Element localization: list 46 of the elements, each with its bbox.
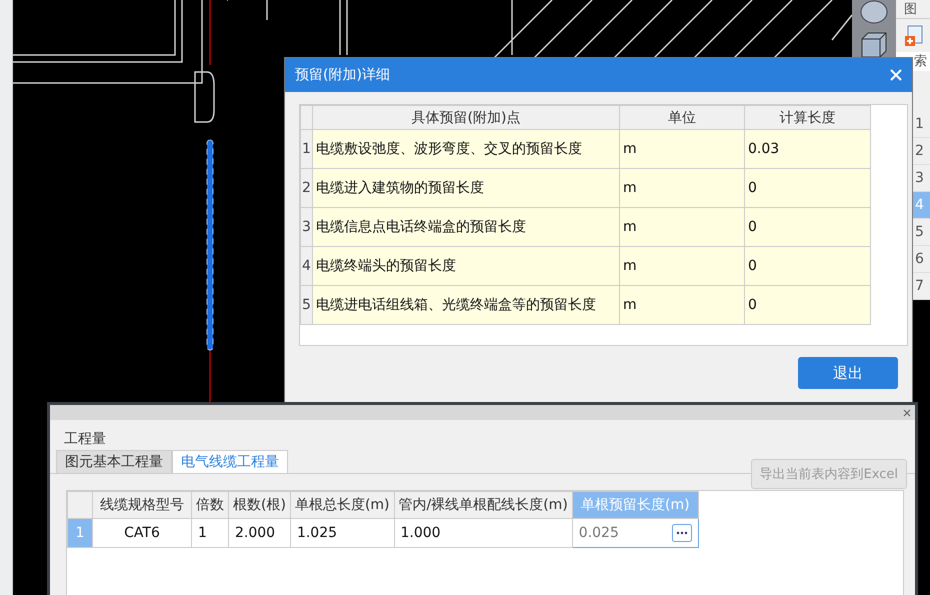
table-cell: 0 — [744, 208, 870, 246]
table-cell: 电缆进入建筑物的预留长度 — [312, 168, 620, 208]
column-header: 线缆规格型号 — [92, 492, 192, 518]
table-cell: m — [620, 168, 744, 208]
table-cell: 0 — [744, 168, 870, 208]
row-number: 1 — [300, 130, 312, 168]
panel-title: 工程量 — [63, 430, 107, 448]
column-header: 单根总长度(m) — [290, 492, 394, 518]
table-cell: 2.000 — [228, 518, 290, 548]
row-number: 2 — [300, 168, 312, 208]
table-cell: 1 — [192, 518, 228, 548]
column-header: 倍数 — [192, 492, 228, 518]
table-cell: 0 — [744, 246, 870, 286]
tab[interactable]: 电气线缆工程量 — [172, 450, 288, 473]
table-cell: m — [620, 208, 744, 246]
side-tab[interactable]: 图 — [896, 0, 930, 19]
cube-icon[interactable] — [859, 30, 889, 60]
table-cell: 1.000 — [394, 518, 572, 548]
table-cell: m — [620, 130, 744, 168]
row-number: 3 — [300, 208, 312, 246]
table-cell: 0.03 — [744, 130, 870, 168]
sphere-icon[interactable] — [859, 0, 889, 26]
table-cell: 电缆进电话组线箱、光缆终端盒等的预留长度 — [312, 286, 620, 324]
column-header: 单位 — [620, 106, 744, 130]
table-cell: 电缆敷设弛度、波形弯度、交叉的预留长度 — [312, 130, 620, 168]
more-icon[interactable] — [672, 524, 692, 542]
column-header: 根数(根) — [228, 492, 290, 518]
close-icon[interactable] — [903, 408, 911, 416]
row-number: 4 — [300, 246, 312, 286]
table-cell: CAT6 — [92, 518, 192, 548]
table-cell: 1.025 — [290, 518, 394, 548]
table-cell: 电缆信息点电话终端盒的预留长度 — [312, 208, 620, 246]
column-header: 具体预留(附加)点 — [312, 106, 620, 130]
table-cell: 0 — [744, 286, 870, 324]
tab[interactable]: 图元基本工程量 — [56, 450, 172, 473]
add-file-icon[interactable] — [904, 25, 924, 46]
dialog-title: 预留(附加)详细 — [295, 66, 390, 84]
exit-button[interactable]: 退出 — [798, 357, 898, 389]
row-number: 5 — [300, 286, 312, 324]
column-header: 管内/裸线单根配线长度(m) — [394, 492, 572, 518]
edit-field[interactable]: 0.025 — [572, 518, 698, 548]
column-header: 单根预留长度(m) — [572, 492, 698, 518]
table-cell: m — [620, 246, 744, 286]
column-header: 计算长度 — [744, 106, 870, 130]
table-cell: 电缆终端头的预留长度 — [312, 246, 620, 286]
table-cell: m — [620, 286, 744, 324]
